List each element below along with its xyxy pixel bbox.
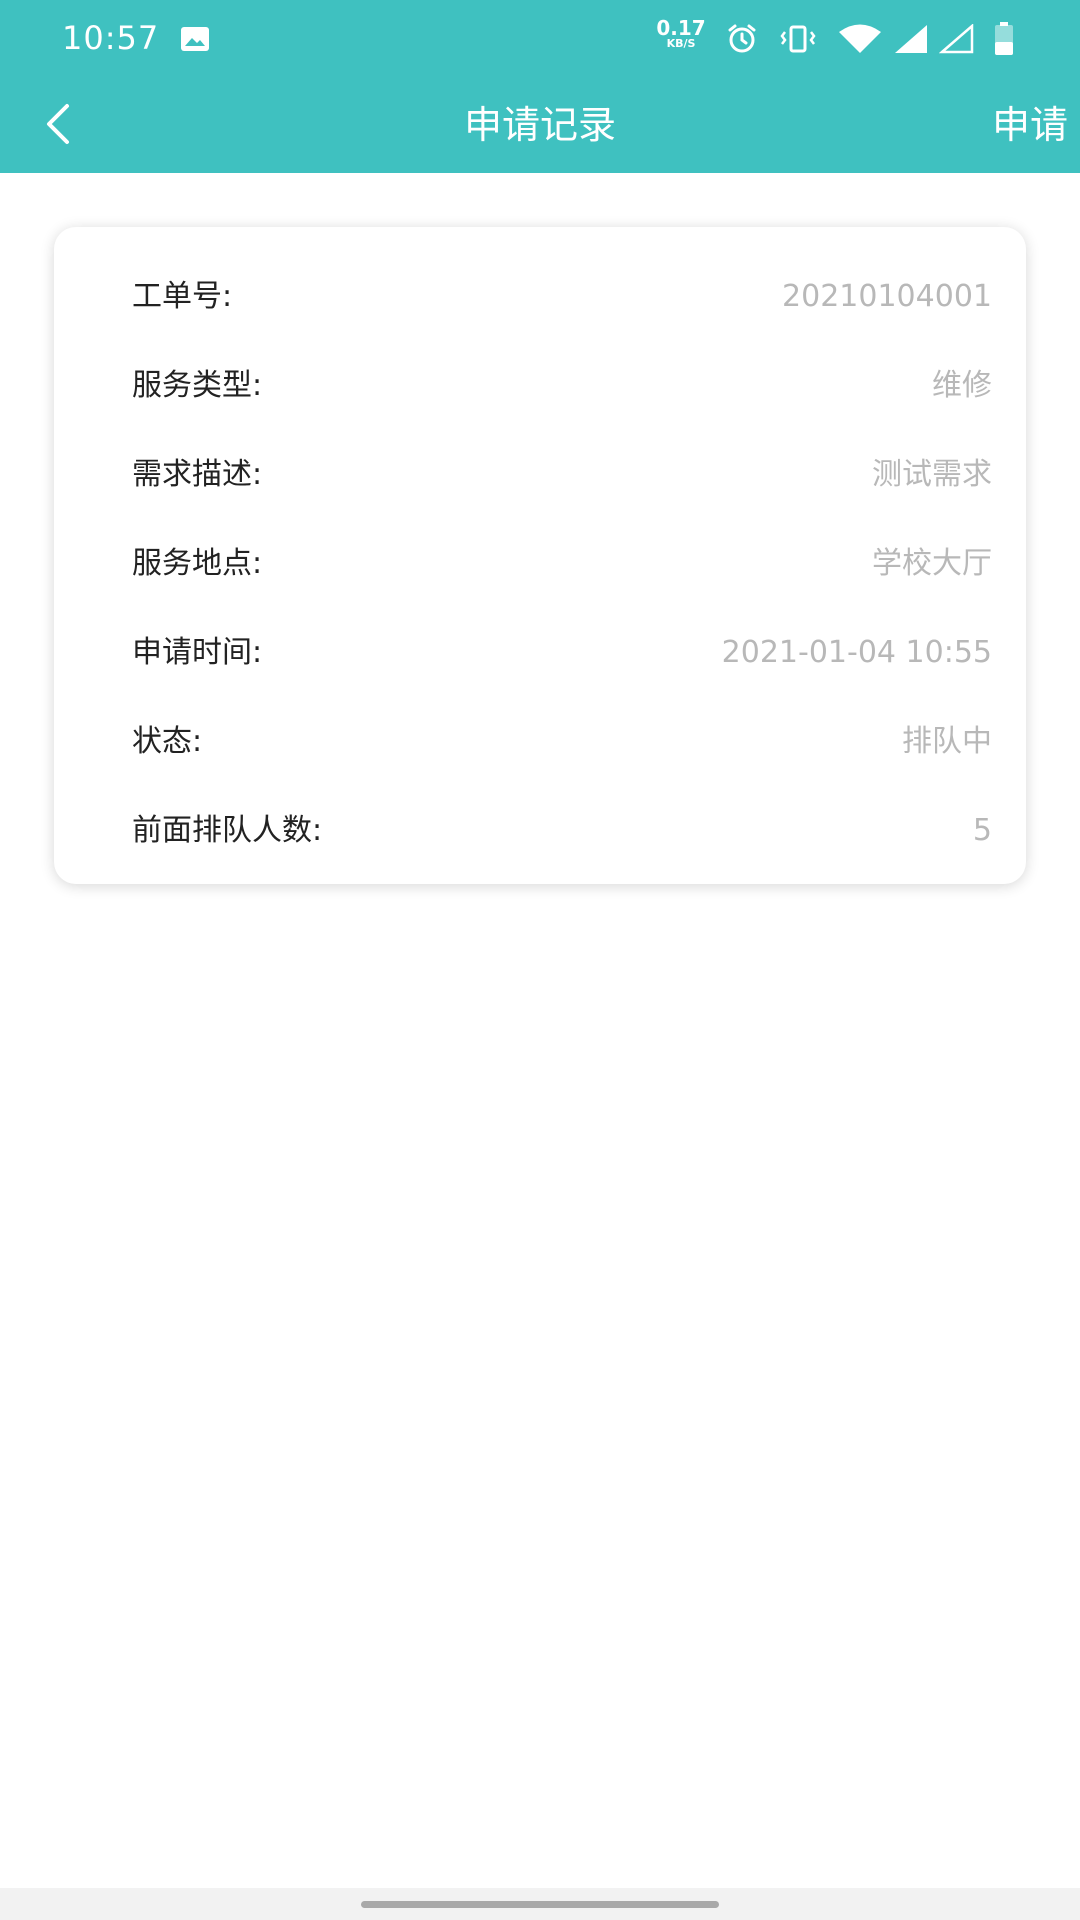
row-value: 维修 xyxy=(932,368,992,403)
record-row-apply-time: 申请时间: 2021-01-04 10:55 xyxy=(54,623,1026,683)
net-speed-indicator: 0.17 KB/S xyxy=(656,18,706,50)
record-row-queue-ahead: 前面排队人数: 5 xyxy=(54,801,1026,861)
status-badge: 排队中 xyxy=(902,724,992,759)
image-icon xyxy=(178,22,212,56)
battery-icon xyxy=(992,22,1016,56)
back-button[interactable] xyxy=(30,98,86,154)
row-label: 状态: xyxy=(132,724,203,759)
row-value: 学校大厅 xyxy=(872,546,992,581)
row-label: 需求描述: xyxy=(132,457,263,492)
signal-empty-icon xyxy=(938,22,976,56)
wifi-icon xyxy=(836,22,884,56)
row-label: 服务地点: xyxy=(132,546,263,581)
status-bar: 10:57 0.17 KB/S xyxy=(0,0,1080,78)
row-label: 工单号: xyxy=(132,279,233,314)
row-value: 测试需求 xyxy=(872,457,992,492)
row-label: 申请时间: xyxy=(132,635,263,670)
record-card: 工单号: 20210104001 服务类型: 维修 需求描述: 测试需求 服务地… xyxy=(54,227,1026,884)
apply-button[interactable]: 申请 xyxy=(992,78,1068,173)
record-row-service-type: 服务类型: 维修 xyxy=(54,356,1026,416)
row-label: 前面排队人数: xyxy=(132,813,323,848)
home-indicator[interactable] xyxy=(361,1901,719,1908)
row-value: 5 xyxy=(972,813,992,848)
status-time: 10:57 xyxy=(62,19,160,57)
record-row-status: 状态: 排队中 xyxy=(54,712,1026,772)
record-row-location: 服务地点: 学校大厅 xyxy=(54,534,1026,594)
vibrate-icon xyxy=(778,22,818,56)
row-value: 2021-01-04 10:55 xyxy=(721,635,992,670)
nav-bar: 申请记录 申请 xyxy=(0,78,1080,173)
record-row-description: 需求描述: 测试需求 xyxy=(54,445,1026,505)
signal-icon xyxy=(892,22,930,56)
chevron-left-icon xyxy=(41,102,75,150)
record-row-order-number: 工单号: 20210104001 xyxy=(54,267,1026,327)
row-label: 服务类型: xyxy=(132,368,263,403)
page-title: 申请记录 xyxy=(463,103,616,147)
net-speed-value: 0.17 xyxy=(656,16,706,40)
alarm-icon xyxy=(724,22,760,56)
row-value: 20210104001 xyxy=(782,279,992,314)
